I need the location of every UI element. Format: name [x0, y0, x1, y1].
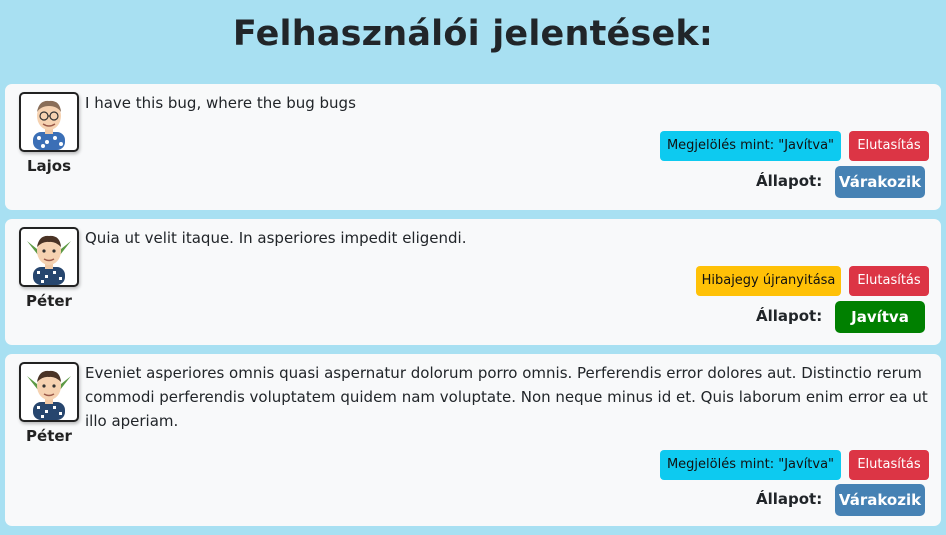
mark-fixed-button[interactable]: Megjelölés mint: "Javítva" [660, 131, 841, 161]
avatar-elf-icon [19, 362, 79, 422]
report-card: Péter Eveniet asperiores omnis quasi asp… [5, 354, 941, 526]
reject-button[interactable]: Elutasítás [849, 131, 929, 161]
status-label: Állapot: [756, 172, 823, 190]
status-badge: Várakozik [835, 484, 925, 516]
page-title: Felhasználói jelentések: [232, 14, 714, 54]
username: Lajos [26, 157, 72, 175]
user-block: Péter [18, 362, 80, 445]
report-message: Eveniet asperiores omnis quasi aspernatu… [85, 364, 928, 430]
reject-button[interactable]: Elutasítás [849, 450, 929, 480]
reject-button[interactable]: Elutasítás [849, 266, 929, 296]
avatar-man-glasses-icon [19, 92, 79, 152]
reopen-ticket-button[interactable]: Hibajegy újranyitása [696, 266, 841, 296]
report-card: Péter Quia ut velit itaque. In asperiore… [5, 219, 941, 345]
report-message: Quia ut velit itaque. In asperiores impe… [85, 229, 467, 247]
report-message: I have this bug, where the bug bugs [85, 94, 356, 112]
status-label: Állapot: [756, 490, 823, 508]
avatar-elf-icon [19, 227, 79, 287]
status-badge: Javítva [835, 301, 925, 333]
mark-fixed-button[interactable]: Megjelölés mint: "Javítva" [660, 450, 841, 480]
status-badge: Várakozik [835, 166, 925, 198]
username: Péter [26, 427, 72, 445]
status-label: Állapot: [756, 307, 823, 325]
username: Péter [26, 292, 72, 310]
report-card: Lajos I have this bug, where the bug bug… [5, 84, 941, 210]
user-block: Péter [18, 227, 80, 310]
user-block: Lajos [18, 92, 80, 175]
